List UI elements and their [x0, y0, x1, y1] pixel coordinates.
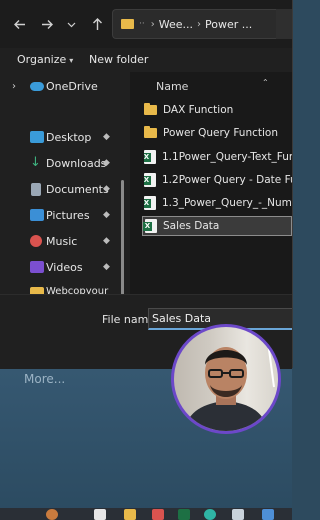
- pin-icon: ◆: [103, 132, 110, 142]
- folder-icon: [144, 103, 157, 115]
- sidebar-scrollbar[interactable]: [121, 180, 124, 296]
- file-list: Name ⌃ DAX Function Power Query Function…: [130, 72, 292, 294]
- pictures-icon: [30, 209, 44, 221]
- new-folder-button[interactable]: New folder: [89, 53, 148, 66]
- up-button[interactable]: [86, 12, 108, 36]
- list-item-selected[interactable]: Sales Data: [142, 216, 292, 236]
- list-item[interactable]: 1.1Power_Query-Text_Function: [144, 147, 292, 167]
- excel-icon[interactable]: [178, 509, 190, 520]
- edge-icon[interactable]: [204, 509, 216, 520]
- excel-file-icon: [144, 150, 156, 164]
- sidebar-item-downloads[interactable]: ↓ Downloads ◆: [0, 151, 128, 175]
- download-icon: ↓: [30, 155, 41, 170]
- save-file-dialog: ·· › Wee... › Power ... Organize ▾ New fo…: [0, 0, 293, 369]
- chevron-right-icon: ›: [197, 18, 201, 30]
- file-name: DAX Function: [163, 104, 234, 116]
- desktop-icon: [30, 131, 44, 143]
- back-button[interactable]: [8, 12, 30, 36]
- folder-icon: [30, 287, 44, 294]
- list-item[interactable]: 1.2Power Query - Date Function: [144, 170, 292, 190]
- sidebar-item-label: Videos: [46, 260, 83, 274]
- address-bar[interactable]: ·· › Wee... › Power ...: [112, 9, 292, 39]
- pin-icon: ◆: [103, 236, 110, 246]
- chevron-right-icon[interactable]: ›: [12, 81, 16, 92]
- file-name: 1.2Power Query - Date Function: [162, 174, 292, 186]
- file-name: 1.3_Power_Query_-_Number_Fun: [162, 197, 292, 209]
- list-item[interactable]: Power Query Function: [144, 123, 292, 143]
- list-item[interactable]: DAX Function: [144, 100, 292, 120]
- sidebar-item-label: Webcopyour Syll: [46, 286, 109, 294]
- navigation-pane: › OneDrive Desktop ◆ ↓ Downloads ◆ Docum…: [0, 72, 128, 296]
- sidebar-item-videos[interactable]: Videos ◆: [0, 255, 128, 279]
- excel-file-icon: [144, 196, 156, 210]
- organize-label: Organize: [17, 53, 67, 66]
- folder-icon: [144, 126, 157, 138]
- sidebar-item-label: Music: [46, 234, 78, 248]
- file-name: Sales Data: [163, 220, 220, 232]
- more-link[interactable]: More...: [24, 372, 65, 386]
- sidebar-item-label: Pictures: [46, 208, 90, 222]
- videos-icon: [30, 261, 44, 273]
- arrow-left-icon: [13, 19, 25, 29]
- address-overflow[interactable]: ··: [139, 19, 145, 29]
- arrow-right-icon: [41, 19, 53, 29]
- chevron-down-icon: [67, 22, 75, 27]
- organize-button[interactable]: Organize ▾: [17, 53, 73, 66]
- pin-icon: ◆: [103, 262, 110, 272]
- recent-locations-button[interactable]: [60, 12, 82, 36]
- file-name: 1.1Power_Query-Text_Function: [162, 151, 292, 163]
- sidebar-item-label: Desktop: [46, 130, 92, 144]
- forward-button[interactable]: [36, 12, 58, 36]
- name-column-header[interactable]: Name: [156, 80, 188, 93]
- excel-file-icon: [143, 219, 157, 233]
- app-icon[interactable]: [46, 509, 58, 520]
- pin-icon: ◆: [103, 158, 110, 168]
- sidebar-item-desktop[interactable]: Desktop ◆: [0, 125, 128, 149]
- sidebar-item-label: OneDrive: [46, 79, 98, 93]
- music-icon: [30, 235, 42, 247]
- sidebar-item-onedrive[interactable]: › OneDrive: [0, 74, 128, 98]
- toolbar: Organize ▾ New folder: [0, 48, 292, 72]
- chevron-right-icon: ›: [150, 18, 155, 30]
- presenter-video: [184, 327, 275, 431]
- app-icon[interactable]: [152, 509, 164, 520]
- breadcrumb-item[interactable]: Power ...: [205, 18, 252, 31]
- file-name: Power Query Function: [163, 127, 278, 139]
- file-explorer-icon[interactable]: [124, 509, 136, 520]
- excel-file-icon: [144, 173, 156, 187]
- sidebar-item-label: Documents: [46, 182, 109, 196]
- sidebar-item-folder[interactable]: Webcopyour Syll: [0, 281, 128, 294]
- cloud-icon: [30, 81, 44, 91]
- address-dropdown[interactable]: [276, 9, 292, 39]
- taskbar: [0, 508, 292, 520]
- arrow-up-icon: [92, 18, 102, 30]
- list-item[interactable]: 1.3_Power_Query_-_Number_Fun: [144, 193, 292, 213]
- documents-icon: [31, 182, 41, 196]
- breadcrumb-item[interactable]: Wee...: [159, 18, 193, 31]
- webcam-overlay: [171, 324, 281, 434]
- sidebar-item-label: Downloads: [46, 156, 107, 170]
- navigation-bar: ·· › Wee... › Power ...: [0, 0, 292, 48]
- app-icon[interactable]: [94, 509, 106, 520]
- caret-down-icon: ▾: [69, 56, 74, 65]
- app-icon[interactable]: [232, 509, 244, 520]
- sidebar-item-music[interactable]: Music ◆: [0, 229, 128, 253]
- sort-caret-icon: ⌃: [262, 78, 269, 87]
- app-icon[interactable]: [262, 509, 274, 520]
- sidebar-item-pictures[interactable]: Pictures ◆: [0, 203, 128, 227]
- pin-icon: ◆: [103, 210, 110, 220]
- folder-icon: [121, 19, 134, 29]
- pin-icon: ◆: [103, 184, 110, 194]
- sidebar-item-documents[interactable]: Documents ◆: [0, 177, 128, 201]
